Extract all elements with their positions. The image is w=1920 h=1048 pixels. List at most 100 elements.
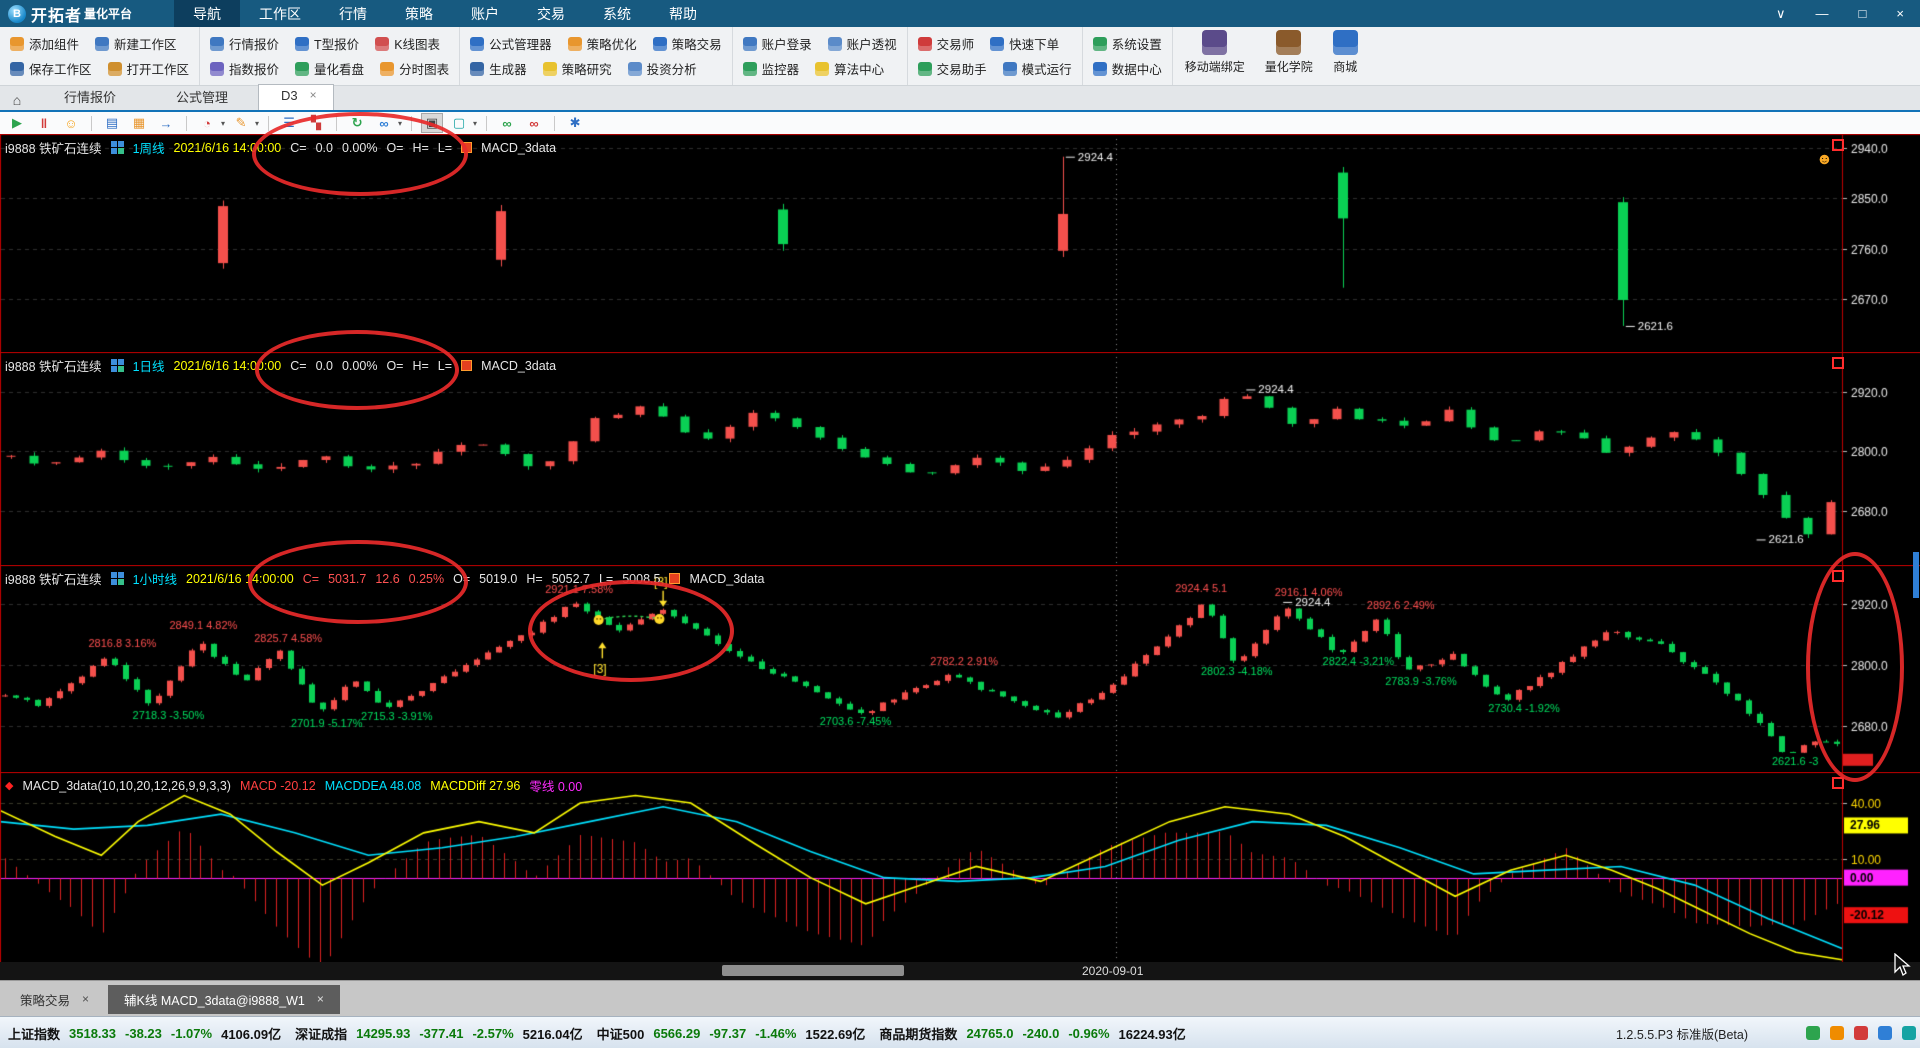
chart-panel-hourly[interactable] xyxy=(0,565,1920,772)
ribbon-button-mall[interactable]: 商城 xyxy=(1333,30,1358,75)
spread-board-icon[interactable]: ▦ xyxy=(128,113,150,133)
alert-person-icon[interactable] xyxy=(1830,1026,1844,1040)
mouse-cursor xyxy=(1893,953,1911,977)
ribbon-button-index-quote[interactable]: 指数报价 xyxy=(210,59,279,78)
toolbar-separator xyxy=(186,116,187,131)
sync-green-icon[interactable]: ∞ xyxy=(496,113,518,133)
task-list-icon[interactable] xyxy=(1806,1026,1820,1040)
person-offline-icon[interactable] xyxy=(1854,1026,1868,1040)
doc-tab-行情报价[interactable]: 行情报价 xyxy=(34,84,146,110)
chat-bubble-icon[interactable] xyxy=(1878,1026,1892,1040)
vertical-scrollbar-thumb[interactable] xyxy=(1913,552,1919,598)
panel-maximize-icon[interactable] xyxy=(1832,777,1844,789)
replay-play-icon[interactable]: ▶ xyxy=(6,113,28,133)
split-screen-icon[interactable]: ▣ xyxy=(421,113,443,133)
ribbon-button-strategy-trade[interactable]: 策略交易 xyxy=(653,34,722,53)
ribbon-button-trader[interactable]: 交易师 xyxy=(918,34,975,53)
ribbon-button-algo-center[interactable]: 算法中心 xyxy=(815,59,884,78)
ribbon-button-mode-run[interactable]: 模式运行 xyxy=(1003,59,1072,78)
monitor-view-icon[interactable]: ▢ xyxy=(448,113,470,133)
sync-red-icon[interactable]: ∞ xyxy=(523,113,545,133)
close-button[interactable]: × xyxy=(1896,6,1904,22)
draw-tools-dropdown-icon[interactable]: ▾ xyxy=(255,119,259,128)
chart-panel-weekly[interactable] xyxy=(0,134,1920,352)
close-icon[interactable]: × xyxy=(310,88,317,106)
strategy-optimize-icon xyxy=(568,37,582,51)
ribbon-button-investment-analysis[interactable]: 投资分析 xyxy=(628,59,697,78)
time-cycle-icon[interactable]: ◔ xyxy=(196,113,218,133)
mobile-contact-icon[interactable] xyxy=(1902,1026,1916,1040)
ribbon-button-strategy-optimize[interactable]: 策略优化 xyxy=(568,34,637,53)
link-charts-icon[interactable]: ∞ xyxy=(373,113,395,133)
minimize-button[interactable]: — xyxy=(1816,6,1829,22)
index-value: -1.46% xyxy=(755,1026,796,1041)
scrollbar-thumb[interactable] xyxy=(722,965,904,976)
ribbon-button-quant-watch[interactable]: 量化看盘 xyxy=(295,59,364,78)
period-grid-icon[interactable] xyxy=(111,359,124,372)
ribbon-button-workspace-open[interactable]: 打开工作区 xyxy=(108,59,190,78)
ribbon-button-data-center[interactable]: 数据中心 xyxy=(1093,59,1162,78)
ribbon-button-mobile-bind[interactable]: 移动端绑定 xyxy=(1185,30,1245,75)
ribbon-button-monitor[interactable]: 监控器 xyxy=(743,59,800,78)
index-name: 上证指数 xyxy=(8,1024,60,1043)
chart-settings-icon[interactable]: ✱ xyxy=(564,113,586,133)
period-grid-icon[interactable] xyxy=(111,141,124,154)
period-grid-icon[interactable] xyxy=(111,572,124,585)
expand-button[interactable]: ∨ xyxy=(1776,6,1786,22)
restore-button[interactable]: □ xyxy=(1859,6,1867,22)
ribbon-button-strategy-research[interactable]: 策略研究 xyxy=(543,59,612,78)
bottom-tab-inactive[interactable]: 策略交易× xyxy=(4,985,105,1014)
header-text: 2021/6/16 14:00:00 xyxy=(186,572,294,586)
link-charts-dropdown-icon[interactable]: ▾ xyxy=(398,119,402,128)
goto-session-icon[interactable]: → xyxy=(155,113,177,133)
report-icon[interactable]: ▤ xyxy=(101,113,123,133)
ribbon-button-t-quote[interactable]: T型报价 xyxy=(295,34,359,53)
ribbon-button-account-perspective[interactable]: 账户透视 xyxy=(828,34,897,53)
ribbon-button-kline-chart[interactable]: K线图表 xyxy=(375,34,440,53)
bottom-tab-active[interactable]: 辅K线 MACD_3data@i9888_W1× xyxy=(108,985,340,1014)
panel-maximize-icon[interactable] xyxy=(1832,357,1844,369)
menu-导航[interactable]: 导航 xyxy=(174,0,240,27)
monitor-view-dropdown-icon[interactable]: ▾ xyxy=(473,119,477,128)
menu-帮助[interactable]: 帮助 xyxy=(650,0,716,27)
panel-maximize-icon[interactable] xyxy=(1832,139,1844,151)
ribbon-button-account-login[interactable]: 账户登录 xyxy=(743,34,812,53)
doc-tab-D3[interactable]: D3× xyxy=(258,84,334,110)
home-icon[interactable]: ⌂ xyxy=(0,92,34,110)
ribbon-button-intraday-chart[interactable]: 分时图表 xyxy=(380,59,449,78)
ribbon-button-generator[interactable]: 生成器 xyxy=(470,59,527,78)
ribbon-button-workspace-save[interactable]: 保存工作区 xyxy=(10,59,92,78)
ribbon-button-quant-academy[interactable]: 量化学院 xyxy=(1265,30,1313,75)
trader-icon xyxy=(918,37,932,51)
ribbon-button-formula-manager[interactable]: 公式管理器 xyxy=(470,34,552,53)
ribbon-button-quick-order[interactable]: 快速下单 xyxy=(990,34,1059,53)
menu-行情[interactable]: 行情 xyxy=(320,0,386,27)
order-flash-icon[interactable]: ☰ xyxy=(278,113,300,133)
ribbon-button-quote-board[interactable]: 行情报价 xyxy=(210,34,279,53)
chart-panel-indicator[interactable] xyxy=(0,772,1920,962)
time-cycle-dropdown-icon[interactable]: ▾ xyxy=(221,119,225,128)
app-subtitle: 量化平台 xyxy=(84,5,132,22)
refresh-icon[interactable]: ↻ xyxy=(346,113,368,133)
chart-panel-daily[interactable] xyxy=(0,352,1920,565)
block-palette-icon[interactable]: ▚ xyxy=(305,113,327,133)
menu-系统[interactable]: 系统 xyxy=(584,0,650,27)
close-icon[interactable]: × xyxy=(317,992,324,1006)
panel-maximize-icon[interactable] xyxy=(1832,570,1844,582)
close-icon[interactable]: × xyxy=(82,992,89,1006)
ribbon-button-system-settings[interactable]: 系统设置 xyxy=(1093,34,1162,53)
ribbon-button-trade-assistant[interactable]: 交易助手 xyxy=(918,59,987,78)
menu-账户[interactable]: 账户 xyxy=(452,0,518,27)
tradeblazer-window: B 开拓者 量化平台 导航工作区行情策略账户交易系统帮助 ∨—□× 添加组件新建… xyxy=(0,0,1920,1048)
replay-pause-icon[interactable]: ‖ xyxy=(33,113,55,133)
emoticon-icon[interactable]: ☺ xyxy=(60,113,82,133)
menu-工作区[interactable]: 工作区 xyxy=(240,0,320,27)
menu-交易[interactable]: 交易 xyxy=(518,0,584,27)
status-icons xyxy=(1806,1026,1916,1040)
doc-tab-公式管理[interactable]: 公式管理 xyxy=(146,84,258,110)
draw-tools-icon[interactable]: ✎ xyxy=(230,113,252,133)
menu-策略[interactable]: 策略 xyxy=(386,0,452,27)
index-value: -377.41 xyxy=(419,1026,463,1041)
ribbon-button-workspace-new[interactable]: 新建工作区 xyxy=(95,34,177,53)
ribbon-button-component-add[interactable]: 添加组件 xyxy=(10,34,79,53)
